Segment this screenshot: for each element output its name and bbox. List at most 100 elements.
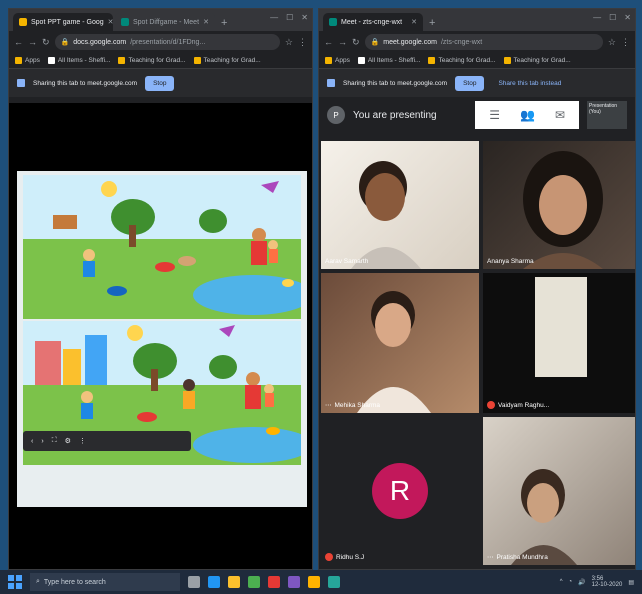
task-view-icon[interactable] [188, 576, 200, 588]
close-icon[interactable]: ✕ [108, 18, 113, 26]
participant-video [351, 161, 421, 269]
page-icon [47, 57, 55, 64]
star-icon[interactable]: ☆ [608, 37, 616, 48]
more-icon[interactable]: ⋯ [325, 401, 332, 409]
windows-start-icon[interactable] [8, 575, 22, 589]
spot-difference-picture-top [23, 175, 301, 319]
close-window-icon[interactable]: ✕ [301, 13, 308, 22]
tab-meet[interactable]: Spot Diffgame - Meet ✕ [115, 13, 215, 31]
desktop: Spot PPT game - Goog ✕ Spot Diffgame - M… [0, 0, 642, 594]
fullscreen-icon[interactable]: ⛶ [52, 437, 57, 445]
bookmark-item[interactable]: Teaching for Grad... [428, 57, 496, 64]
menu-icon[interactable]: ⋮ [621, 37, 630, 48]
bookmark-item[interactable]: Teaching for Grad... [118, 57, 186, 64]
clock[interactable]: 3:56 12-10-2020 [592, 576, 623, 588]
file-explorer-icon[interactable] [228, 576, 240, 588]
next-slide-icon[interactable]: › [41, 438, 43, 445]
system-tray: ^ ◔ 🔊 3:56 12-10-2020 ▤ [560, 576, 634, 588]
chevron-up-icon[interactable]: ^ [560, 579, 563, 585]
share-this-tab-button[interactable]: Share this tab instead [492, 76, 567, 91]
bookmark-item[interactable]: All Items - Sheffi... [47, 57, 110, 64]
settings-icon[interactable]: ⚙ [65, 437, 71, 445]
participant-video [357, 291, 431, 413]
reload-icon[interactable]: ↻ [352, 37, 360, 48]
browser-window-slides: Spot PPT game - Goog ✕ Spot Diffgame - M… [8, 8, 313, 570]
app-icon[interactable] [268, 576, 280, 588]
wifi-icon[interactable]: ◔ [569, 579, 573, 585]
bookmark-item[interactable]: Apps [15, 57, 40, 64]
menu-icon[interactable]: ⋮ [298, 37, 307, 48]
app-icon[interactable] [288, 576, 300, 588]
participant-tile[interactable]: ⋯ Mehika Sharma [321, 273, 479, 413]
new-tab-button[interactable]: + [425, 17, 439, 31]
bookmark-item[interactable]: All Items - Sheffi... [357, 57, 420, 64]
window-controls: — ☐ ✕ [593, 13, 631, 22]
app-icon[interactable] [328, 576, 340, 588]
participant-grid: Aarav Samarth Ananya Sharma ⋯ Mehika Shar… [319, 139, 635, 569]
minimize-icon[interactable]: — [270, 13, 278, 22]
reload-icon[interactable]: ↻ [42, 37, 50, 48]
page-icon [357, 57, 365, 64]
bookmark-item[interactable]: Teaching for Grad... [193, 57, 261, 64]
close-icon[interactable]: ✕ [411, 18, 417, 26]
minimize-icon[interactable]: — [593, 13, 601, 22]
new-tab-button[interactable]: + [217, 17, 231, 31]
participant-tile[interactable]: ⋯ Pratisha Mundhra [483, 417, 635, 565]
more-icon[interactable]: ⋮ [79, 437, 86, 445]
star-icon[interactable]: ☆ [285, 37, 293, 48]
slides-icon [118, 57, 126, 64]
stop-sharing-button[interactable]: Stop [455, 75, 485, 91]
volume-icon[interactable]: 🔊 [578, 579, 585, 586]
bookmarks-bar: Apps All Items - Sheffi... Teaching for … [9, 53, 312, 69]
presentation-viewport: ‹ › ⛶ ⚙ ⋮ [9, 103, 312, 569]
chat-list-icon[interactable]: ☰ [489, 108, 500, 122]
close-icon[interactable]: ✕ [203, 18, 209, 26]
bookmark-item[interactable]: Teaching for Grad... [503, 57, 571, 64]
participant-tile[interactable]: Vaidyam Raghu... [483, 273, 635, 413]
taskbar-search[interactable]: ⌕ Type here to search [30, 573, 180, 591]
tab-strip: Spot PPT game - Goog ✕ Spot Diffgame - M… [9, 9, 312, 31]
bookmark-item[interactable]: Apps [325, 57, 350, 64]
notifications-icon[interactable]: ▤ [628, 579, 634, 586]
maximize-icon[interactable]: ☐ [609, 13, 616, 22]
back-icon[interactable]: ← [324, 37, 333, 47]
url-field[interactable]: 🔒 meet.google.com /zts-cnge-wxt [364, 34, 603, 50]
more-icon[interactable]: ⋯ [487, 553, 494, 561]
muted-icon [487, 401, 495, 409]
forward-icon[interactable]: → [28, 37, 37, 47]
url-field[interactable]: 🔒 docs.google.com /presentation/d/1FDng.… [54, 34, 280, 50]
muted-icon [325, 553, 333, 561]
search-icon: ⌕ [36, 578, 40, 585]
participant-name: ⋯ Pratisha Mundhra [487, 553, 548, 562]
address-bar: ← → ↻ 🔒 docs.google.com /presentation/d/… [9, 31, 312, 53]
participant-name: Aarav Samarth [325, 258, 369, 265]
back-icon[interactable]: ← [14, 37, 23, 47]
tab-slides[interactable]: Spot PPT game - Goog ✕ [13, 13, 113, 31]
people-icon[interactable]: 👥 [520, 108, 535, 122]
edge-icon[interactable] [208, 576, 220, 588]
presenting-bar: P You are presenting ☰ 👥 ✉ Presentation … [319, 97, 635, 133]
self-preview: Presentation (You) [587, 101, 627, 129]
participant-tile[interactable]: R Ridhu S.J [321, 417, 479, 565]
app-icon[interactable] [308, 576, 320, 588]
slides-icon [19, 18, 27, 26]
screen-share-icon [327, 79, 335, 87]
message-icon[interactable]: ✉ [555, 108, 565, 122]
avatar: R [372, 463, 428, 519]
tab-meet[interactable]: Meet - zts-cnge-wxt ✕ [323, 13, 423, 31]
slides-icon [193, 57, 201, 64]
participant-tile[interactable]: Aarav Samarth [321, 141, 479, 269]
forward-icon[interactable]: → [338, 37, 347, 47]
participant-tile[interactable]: Ananya Sharma [483, 141, 635, 269]
close-window-icon[interactable]: ✕ [624, 13, 631, 22]
apps-icon [15, 57, 22, 64]
lock-icon: 🔒 [370, 39, 380, 46]
stop-sharing-button[interactable]: Stop [145, 75, 175, 91]
tab-strip: Meet - zts-cnge-wxt ✕ + — ☐ ✕ [319, 9, 635, 31]
chrome-icon[interactable] [248, 576, 260, 588]
participant-name: Ridhu S.J [325, 553, 364, 561]
participant-name: ⋯ Mehika Sharma [325, 401, 381, 410]
maximize-icon[interactable]: ☐ [286, 13, 293, 22]
prev-slide-icon[interactable]: ‹ [31, 438, 33, 445]
lock-icon: 🔒 [60, 39, 70, 46]
